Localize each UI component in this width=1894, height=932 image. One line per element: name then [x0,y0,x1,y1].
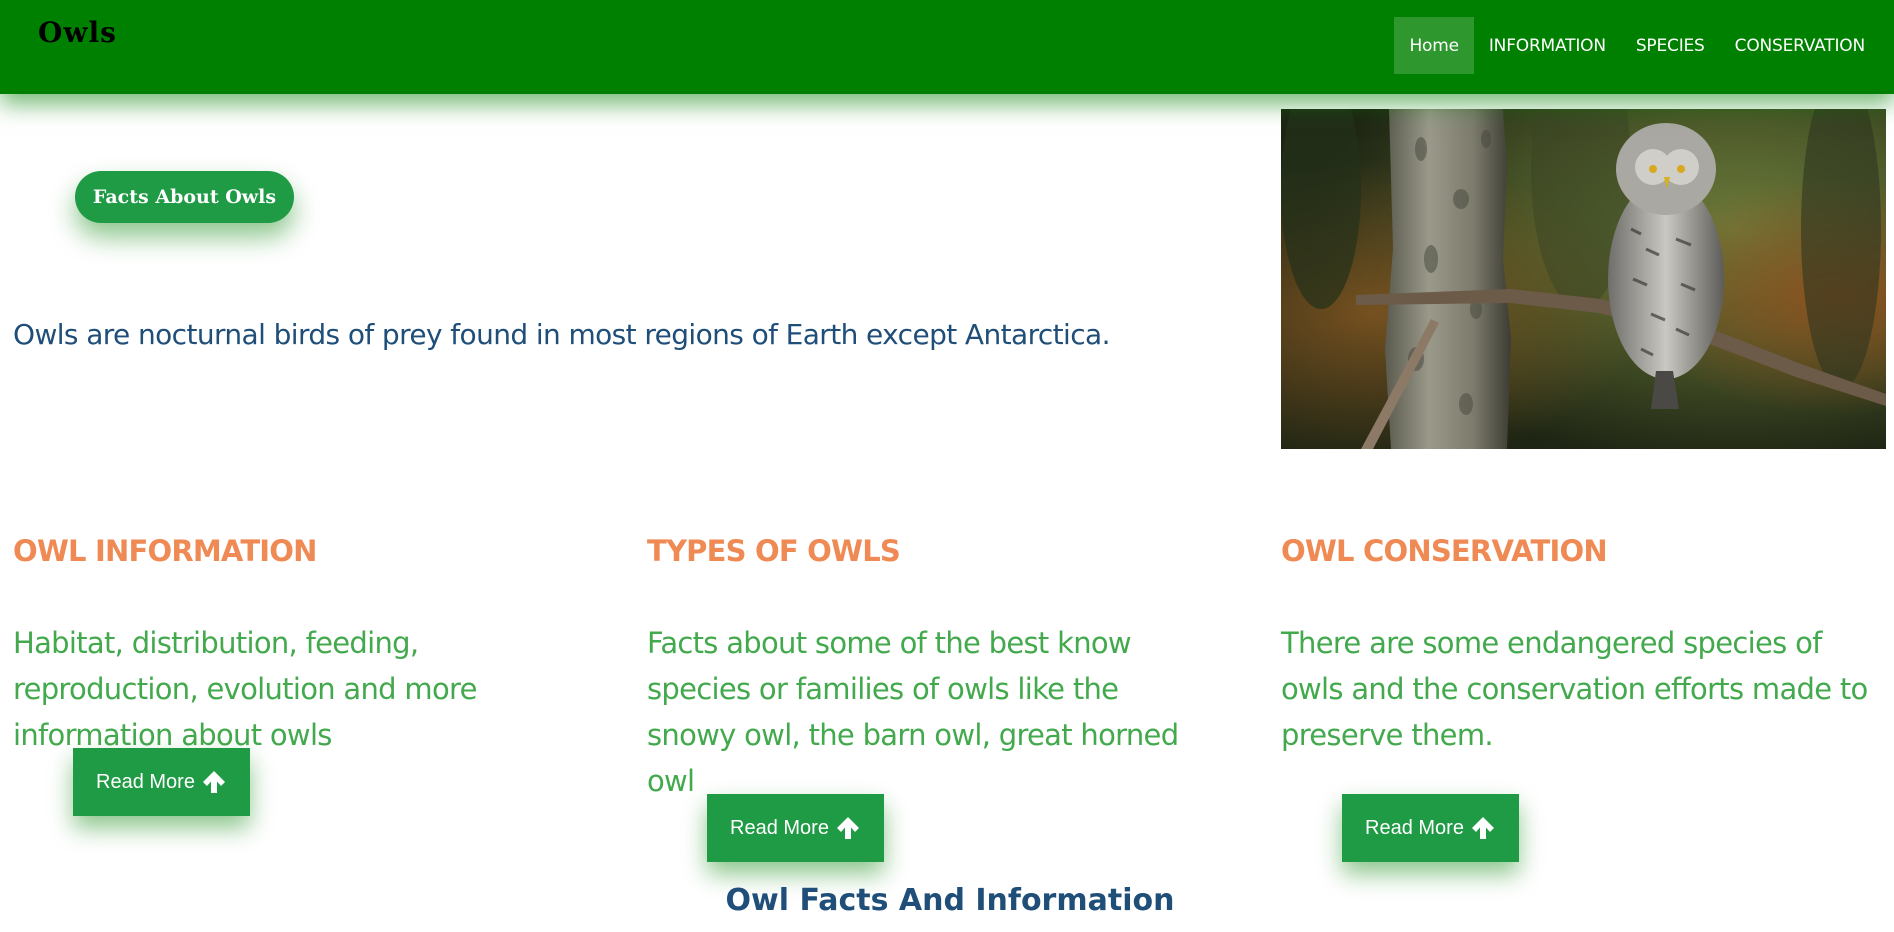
arrow-up-icon [1471,817,1494,839]
nav-information[interactable]: INFORMATION [1474,17,1621,74]
read-more-label: Read More [96,770,195,793]
section-title: TYPES OF OWLS [647,534,901,568]
owl-photo [1281,109,1886,449]
read-more-button[interactable]: Read More [1342,794,1519,862]
read-more-label: Read More [730,816,829,839]
facts-about-owls-button[interactable]: Facts About Owls [75,171,294,223]
section-text: There are some endangered species of owl… [1281,626,1868,752]
section-title: OWL CONSERVATION [1281,534,1608,568]
arrow-up-icon [202,771,225,793]
section-text: Habitat, distribution, feeding, reproduc… [13,626,477,752]
nav-home[interactable]: Home [1394,17,1474,74]
intro-text: Owls are nocturnal birds of prey found i… [13,318,1110,351]
read-more-button[interactable]: Read More [73,748,250,816]
nav-species[interactable]: SPECIES [1621,17,1720,74]
section-title: OWL INFORMATION [13,534,317,568]
main-nav: Home INFORMATION SPECIES CONSERVATION [1394,17,1880,74]
read-more-button[interactable]: Read More [707,794,884,862]
nav-conservation[interactable]: CONSERVATION [1720,17,1880,74]
navbar: Owls Home INFORMATION SPECIES CONSERVATI… [0,0,1894,94]
section-text: Facts about some of the best know specie… [647,626,1179,798]
site-brand[interactable]: Owls [38,16,117,49]
arrow-up-icon [836,817,859,839]
owl-facts-heading: Owl Facts And Information [725,883,1175,918]
read-more-label: Read More [1365,816,1464,839]
